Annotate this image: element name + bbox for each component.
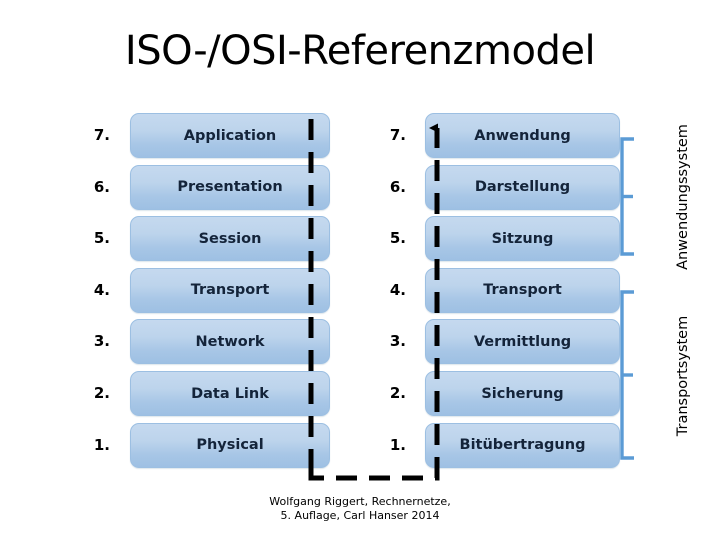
layer-label-left-7: Physical bbox=[196, 437, 264, 454]
layer-label-left-1: Application bbox=[183, 127, 277, 144]
layer-box-left-2[interactable]: Presentation bbox=[130, 164, 330, 210]
layer-box-right-1[interactable]: Anwendung bbox=[425, 113, 620, 158]
page-title: ISO-/OSI-Referenzmodel bbox=[124, 28, 596, 74]
layer-box-left-5[interactable]: Network bbox=[130, 319, 330, 365]
layer-number-right-4: 4. bbox=[389, 280, 406, 299]
group-label-transportsystem: Transportsystem bbox=[675, 315, 691, 437]
layer-number-left-5: 3. bbox=[93, 332, 110, 351]
layer-number-right-6: 2. bbox=[389, 384, 406, 402]
layer-number-left-6: 2. bbox=[93, 384, 110, 402]
layer-box-left-6[interactable]: Data Link bbox=[130, 371, 330, 416]
layer-label-right-2: Darstellung bbox=[474, 179, 571, 196]
layer-label-right-1: Anwendung bbox=[474, 127, 571, 144]
layer-label-left-5: Network bbox=[195, 333, 265, 350]
layer-box-right-2[interactable]: Darstellung bbox=[425, 164, 620, 210]
layer-label-right-5: Vermittlung bbox=[473, 333, 572, 350]
layer-label-left-2: Presentation bbox=[177, 179, 283, 196]
layer-number-right-5: 3. bbox=[389, 332, 406, 351]
layer-box-right-7[interactable]: Bitübertragung bbox=[425, 422, 620, 468]
source-footer: Wolfgang Riggert, Rechnernetze, 5. Aufla… bbox=[0, 495, 720, 523]
layer-number-left-7: 1. bbox=[93, 435, 110, 454]
footer-line-2: 5. Auflage, Carl Hanser 2014 bbox=[280, 509, 440, 522]
layer-number-right-1: 7. bbox=[389, 126, 406, 144]
layer-number-left-1: 7. bbox=[93, 126, 110, 144]
layer-label-left-4: Transport bbox=[190, 282, 270, 299]
layer-box-right-5[interactable]: Vermittlung bbox=[425, 319, 620, 365]
layer-number-right-7: 1. bbox=[389, 435, 406, 454]
layer-label-left-6: Data Link bbox=[191, 385, 269, 402]
bracket-anwendungssystem bbox=[620, 137, 634, 256]
layer-box-left-1[interactable]: Application bbox=[130, 113, 330, 158]
layer-number-left-4: 4. bbox=[93, 280, 110, 299]
group-label-anwendungssystem: Anwendungssystem bbox=[675, 124, 691, 270]
layer-box-right-6[interactable]: Sicherung bbox=[425, 371, 620, 416]
layer-number-right-3: 5. bbox=[389, 229, 406, 248]
layer-box-right-4[interactable]: Transport bbox=[425, 267, 620, 313]
layer-number-right-2: 6. bbox=[389, 177, 406, 196]
layer-label-right-4: Transport bbox=[483, 282, 562, 299]
layer-number-left-3: 5. bbox=[93, 229, 110, 248]
layer-box-right-3[interactable]: Sitzung bbox=[425, 216, 620, 262]
layer-box-left-3[interactable]: Session bbox=[130, 216, 330, 262]
layer-box-left-4[interactable]: Transport bbox=[130, 267, 330, 313]
layer-box-left-7[interactable]: Physical bbox=[130, 422, 330, 468]
layer-label-right-7: Bitübertragung bbox=[459, 437, 586, 454]
layer-label-right-6: Sicherung bbox=[481, 385, 564, 402]
bracket-transportsystem bbox=[620, 290, 634, 460]
layer-label-right-3: Sitzung bbox=[491, 230, 554, 247]
footer-line-1: Wolfgang Riggert, Rechnernetze, bbox=[269, 495, 451, 508]
layer-label-left-3: Session bbox=[198, 230, 262, 247]
slide-canvas: ISO-/OSI-Referenzmodel 7. Application 6. Pr… bbox=[0, 0, 720, 540]
layer-number-left-2: 6. bbox=[93, 177, 110, 196]
